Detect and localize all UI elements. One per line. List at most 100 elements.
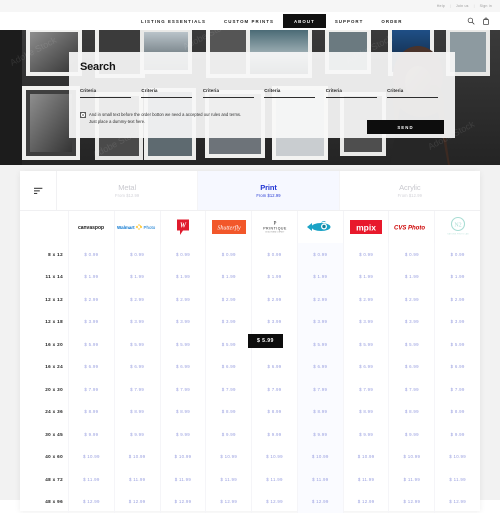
price-cell[interactable]: $ 11.99 (114, 468, 160, 491)
price-cell[interactable]: $ 6.99 (205, 356, 251, 379)
price-cell[interactable]: $ 6.99 (297, 356, 343, 379)
price-cell[interactable]: $ 10.99 (114, 446, 160, 469)
price-cell[interactable]: $ 3.99 (434, 311, 480, 334)
nav-item-custom-prints[interactable]: CUSTOM PRINTS (215, 15, 283, 28)
price-cell[interactable]: $ 9.99 (205, 423, 251, 446)
brand-logo-shutterfly[interactable]: Shutterfly (205, 211, 251, 243)
price-cell[interactable]: $ 2.99 (68, 288, 114, 311)
price-cell[interactable]: $ 0.99 (114, 243, 160, 266)
criteria-field-2[interactable]: Criteria (141, 88, 198, 98)
price-cell[interactable]: $ 11.99 (343, 468, 389, 491)
nav-item-support[interactable]: SUPPORT (326, 15, 373, 28)
price-cell[interactable]: $ 9.99 (434, 423, 480, 446)
price-cell[interactable]: $ 7.99 (388, 378, 434, 401)
price-cell[interactable]: $ 6.99 (68, 356, 114, 379)
price-cell[interactable]: $ 7.99 (434, 378, 480, 401)
price-cell[interactable]: $ 10.99 (388, 446, 434, 469)
price-cell[interactable]: $ 3.99 (388, 311, 434, 334)
price-cell[interactable]: $ 1.99 (251, 266, 297, 289)
price-cell[interactable]: $ 0.99 (343, 243, 389, 266)
price-cell[interactable]: $ 5.99 (434, 333, 480, 356)
price-cell[interactable]: $ 7.99 (251, 378, 297, 401)
price-cell[interactable]: $ 5.99 (343, 333, 389, 356)
price-cell[interactable]: $ 1.99 (434, 266, 480, 289)
price-cell[interactable]: $ 12.99 (160, 491, 206, 513)
join-us-link[interactable]: Join us (456, 4, 469, 8)
price-cell[interactable]: $ 5.99 (205, 333, 251, 356)
price-cell[interactable]: $ 0.99 (388, 243, 434, 266)
price-cell[interactable]: $ 10.99 (160, 446, 206, 469)
price-cell[interactable]: $ 5.99 (114, 333, 160, 356)
price-cell[interactable]: $ 10.99 (297, 446, 343, 469)
price-cell[interactable]: $ 12.99 (251, 491, 297, 513)
price-cell[interactable]: $ 7.99 (343, 378, 389, 401)
price-cell[interactable]: $ 11.99 (205, 468, 251, 491)
price-cell[interactable]: $ 9.99 (251, 423, 297, 446)
tab-acrylic[interactable]: Acrylic From $12.99 (340, 171, 480, 210)
nav-item-listing-essentials[interactable]: LISTING ESSENTIALS (132, 15, 215, 28)
brand-logo-mpix[interactable]: mpix (343, 211, 389, 243)
price-cell[interactable]: $ 3.99 (114, 311, 160, 334)
price-cell[interactable]: $ 2.99 (205, 288, 251, 311)
price-cell[interactable]: $ 0.99 (251, 243, 297, 266)
price-cell[interactable]: $ 8.99 (160, 401, 206, 424)
price-cell[interactable]: $ 10.99 (205, 446, 251, 469)
terms-checkbox[interactable] (80, 112, 86, 118)
nav-item-about[interactable]: ABOUT (283, 14, 326, 28)
price-cell[interactable]: $ 8.99 (388, 401, 434, 424)
price-cell[interactable]: $ 2.99 (388, 288, 434, 311)
price-cell[interactable]: $ 12.99 (114, 491, 160, 513)
price-cell[interactable]: $ 1.99 (68, 266, 114, 289)
price-cell[interactable]: $ 11.99 (68, 468, 114, 491)
price-cell[interactable]: $ 5.99 (160, 333, 206, 356)
price-cell[interactable]: $ 12.99 (68, 491, 114, 513)
search-icon[interactable] (467, 17, 475, 25)
price-cell[interactable]: $ 3.99 (160, 311, 206, 334)
price-cell[interactable]: $ 6.99 (343, 356, 389, 379)
price-cell[interactable]: $ 10.99 (343, 446, 389, 469)
filter-icon[interactable] (20, 171, 57, 210)
send-button[interactable]: SEND (367, 120, 444, 134)
price-cell[interactable]: $ 7.99 (205, 378, 251, 401)
price-cell[interactable]: $ 0.99 (434, 243, 480, 266)
brand-logo-cvs-photo[interactable]: CVS Photo (388, 211, 434, 243)
price-cell[interactable]: $ 2.99 (343, 288, 389, 311)
price-cell[interactable]: $ 7.99 (297, 378, 343, 401)
price-cell[interactable]: $ 9.99 (114, 423, 160, 446)
tab-metal[interactable]: Metal From $12.99 (57, 171, 198, 210)
price-cell[interactable]: $ 5.99 (388, 333, 434, 356)
price-cell[interactable]: $ 3.99 (251, 311, 297, 334)
criteria-field-3[interactable]: Criteria (203, 88, 260, 98)
price-cell[interactable]: $ 10.99 (251, 446, 297, 469)
price-cell[interactable]: $ 11.99 (160, 468, 206, 491)
price-cell[interactable]: $ 9.99 (343, 423, 389, 446)
price-cell[interactable]: $ 11.99 (297, 468, 343, 491)
price-cell[interactable]: $ 12.99 (205, 491, 251, 513)
price-cell[interactable]: $ 3.99 (297, 311, 343, 334)
price-cell[interactable]: $ 8.99 (251, 401, 297, 424)
brand-logo-nations-photo-lab[interactable]: N2 NATIONS PHOTO LAB (434, 211, 480, 243)
price-cell[interactable]: $ 2.99 (160, 288, 206, 311)
sign-in-link[interactable]: Sign in (480, 4, 492, 8)
price-cell[interactable]: $ 1.99 (388, 266, 434, 289)
price-cell[interactable]: $ 6.99 (251, 356, 297, 379)
brand-logo-walgreens[interactable]: W (160, 211, 206, 243)
price-cell[interactable]: $ 5.99 (297, 333, 343, 356)
price-cell[interactable]: $ 0.99 (160, 243, 206, 266)
price-cell[interactable]: $ 1.99 (114, 266, 160, 289)
help-link[interactable]: Help (437, 4, 445, 8)
criteria-field-1[interactable]: Criteria (80, 88, 137, 98)
price-cell[interactable]: $ 10.99 (68, 446, 114, 469)
price-cell[interactable]: $ 10.99 (434, 446, 480, 469)
price-cell[interactable]: $ 5.99 (68, 333, 114, 356)
price-cell[interactable]: $ 12.99 (434, 491, 480, 513)
price-cell[interactable]: $ 9.99 (160, 423, 206, 446)
criteria-field-6[interactable]: Criteria (387, 88, 444, 98)
brand-logo-printique[interactable]: P PRINTIQUE AN ADORAMA COMPANY (251, 211, 297, 243)
price-cell[interactable]: $ 0.99 (68, 243, 114, 266)
price-cell[interactable]: $ 6.99 (160, 356, 206, 379)
price-cell[interactable]: $ 6.99 (114, 356, 160, 379)
price-cell[interactable]: $ 3.99 (68, 311, 114, 334)
price-cell[interactable]: $ 2.99 (434, 288, 480, 311)
price-cell[interactable]: $ 7.99 (68, 378, 114, 401)
